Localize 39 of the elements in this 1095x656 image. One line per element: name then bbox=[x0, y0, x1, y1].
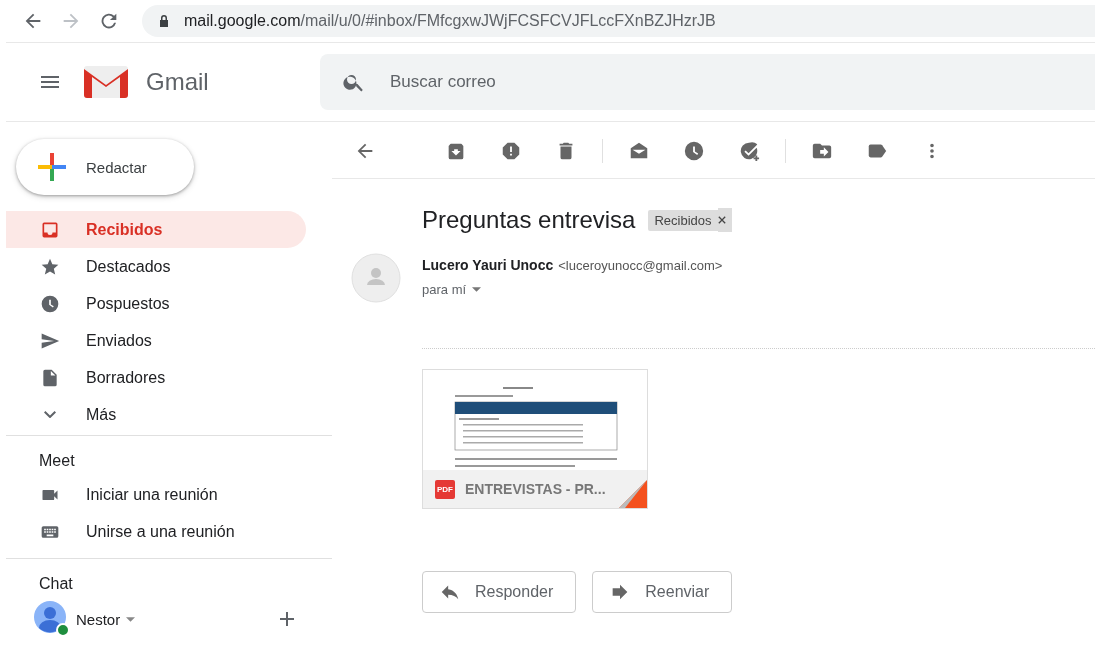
section-title: Meet bbox=[38, 451, 76, 471]
nav-item[interactable]: Destacados bbox=[6, 248, 306, 285]
user-avatar-icon bbox=[34, 601, 70, 637]
attachment-name: ENTREVISTAS - PR... bbox=[465, 481, 606, 497]
attachment-card[interactable]: PDF ENTREVISTAS - PR... bbox=[422, 369, 648, 509]
sender-email: <luceroyunocc@gmail.com> bbox=[558, 257, 723, 273]
nav-icon bbox=[44, 410, 56, 419]
caret-icon[interactable] bbox=[472, 286, 482, 292]
nav-item[interactable]: Pospuestos bbox=[6, 285, 306, 322]
chat-user[interactable]: Nestor bbox=[76, 610, 121, 628]
clock-icon[interactable] bbox=[683, 140, 705, 162]
sender-name: Lucero Yauri Unocc bbox=[422, 257, 554, 273]
nav-item[interactable]: Más bbox=[6, 396, 306, 433]
reply-button[interactable]: Responder bbox=[422, 571, 577, 613]
file-type-badge: PDF bbox=[435, 479, 455, 499]
envelope-logo-icon[interactable] bbox=[82, 64, 130, 100]
meet-item[interactable]: Iniciar una reunión bbox=[6, 476, 306, 513]
search-field[interactable]: Buscar correo bbox=[320, 54, 1095, 110]
nav-icon bbox=[40, 367, 60, 388]
meet-item[interactable]: Unirse a una reunión bbox=[6, 513, 306, 550]
nav-item[interactable]: Recibidos bbox=[6, 211, 306, 248]
compose-button[interactable]: Redactar bbox=[16, 139, 194, 195]
recipient-dropdown[interactable]: para mí bbox=[422, 281, 467, 297]
email-subject: Preguntas entrevisa bbox=[422, 206, 636, 234]
page-corner-icon bbox=[619, 480, 647, 508]
sender-avatar-icon bbox=[351, 253, 401, 303]
address-bar[interactable]: mail.google.com/mail/u/0/#inbox/FMfcgxwJWjFCSFCVJFLccFXnBZJHzrJB bbox=[142, 5, 1095, 37]
lock-icon bbox=[158, 14, 170, 28]
add-task-icon[interactable] bbox=[738, 140, 760, 162]
nav-icon bbox=[40, 293, 60, 314]
add-icon[interactable] bbox=[279, 611, 296, 627]
section-title: Chat bbox=[38, 574, 74, 594]
label-chip: Recibidos bbox=[648, 209, 718, 231]
forward-button[interactable]: Reenviar bbox=[592, 571, 733, 613]
app-name: Gmail bbox=[146, 68, 210, 96]
report-icon[interactable] bbox=[500, 140, 522, 162]
nav-item[interactable]: Borradores bbox=[6, 359, 306, 396]
caret-icon[interactable] bbox=[126, 616, 136, 622]
nav-item[interactable]: Enviados bbox=[6, 322, 306, 359]
